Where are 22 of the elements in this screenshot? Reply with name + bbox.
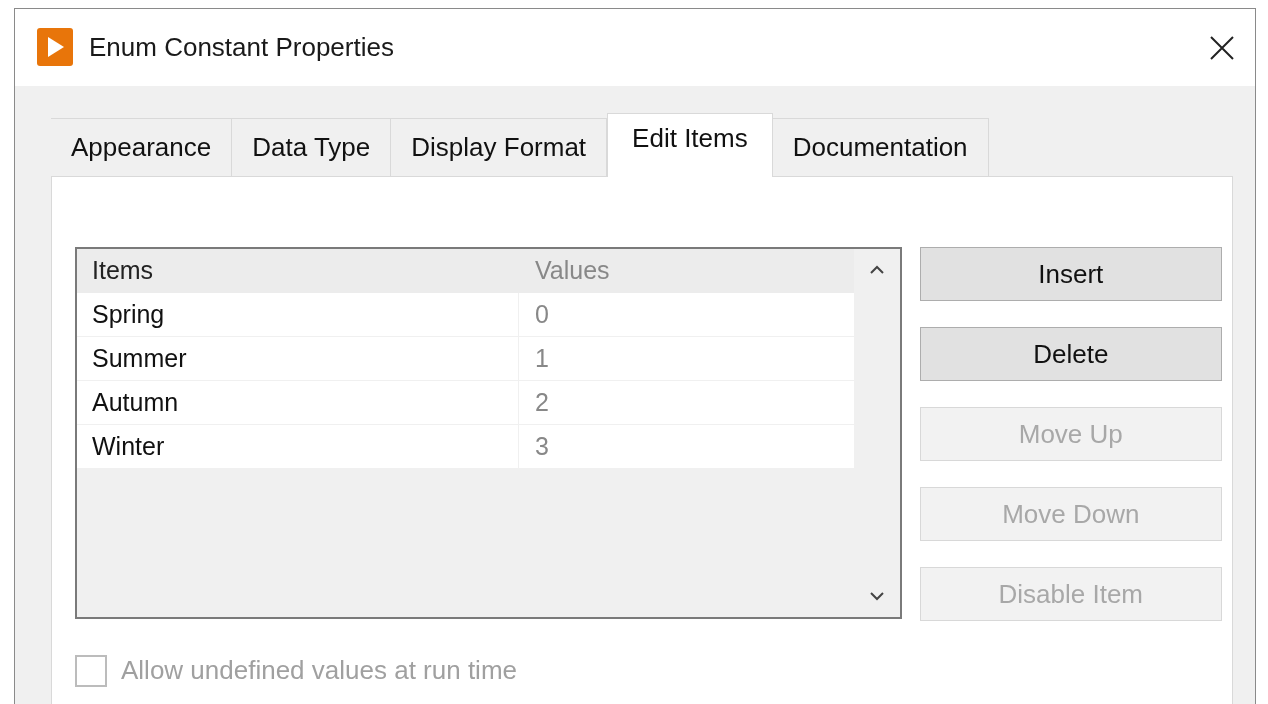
tab[interactable]: Documentation bbox=[772, 118, 989, 176]
action-button[interactable]: Delete bbox=[919, 327, 1222, 381]
table-cell[interactable]: Winter bbox=[77, 425, 519, 468]
table-cell[interactable]: 1 bbox=[519, 337, 549, 380]
tab[interactable]: Edit Items bbox=[607, 113, 773, 177]
scroll-down-icon[interactable] bbox=[869, 591, 884, 601]
table-cell[interactable]: 2 bbox=[519, 381, 549, 424]
table-cell[interactable]: Spring bbox=[77, 293, 519, 336]
table-cell[interactable]: Autumn bbox=[77, 381, 519, 424]
column-header: Items bbox=[91, 255, 155, 287]
action-button[interactable]: Insert bbox=[919, 247, 1222, 301]
tab[interactable]: Appearance bbox=[51, 118, 233, 176]
tab[interactable]: Data Type bbox=[232, 118, 392, 176]
table-cell[interactable]: 0 bbox=[519, 293, 549, 336]
column-header: Values bbox=[534, 255, 610, 287]
window-title: Enum Constant Properties bbox=[89, 31, 394, 64]
close-icon[interactable] bbox=[1209, 34, 1235, 61]
table-cell[interactable]: 3 bbox=[519, 425, 549, 468]
tab[interactable]: Display Format bbox=[391, 118, 608, 176]
table-cell[interactable]: Summer bbox=[77, 337, 519, 380]
scroll-up-icon[interactable] bbox=[869, 265, 884, 275]
checkbox-label: Allow undefined values at run time bbox=[121, 654, 517, 687]
